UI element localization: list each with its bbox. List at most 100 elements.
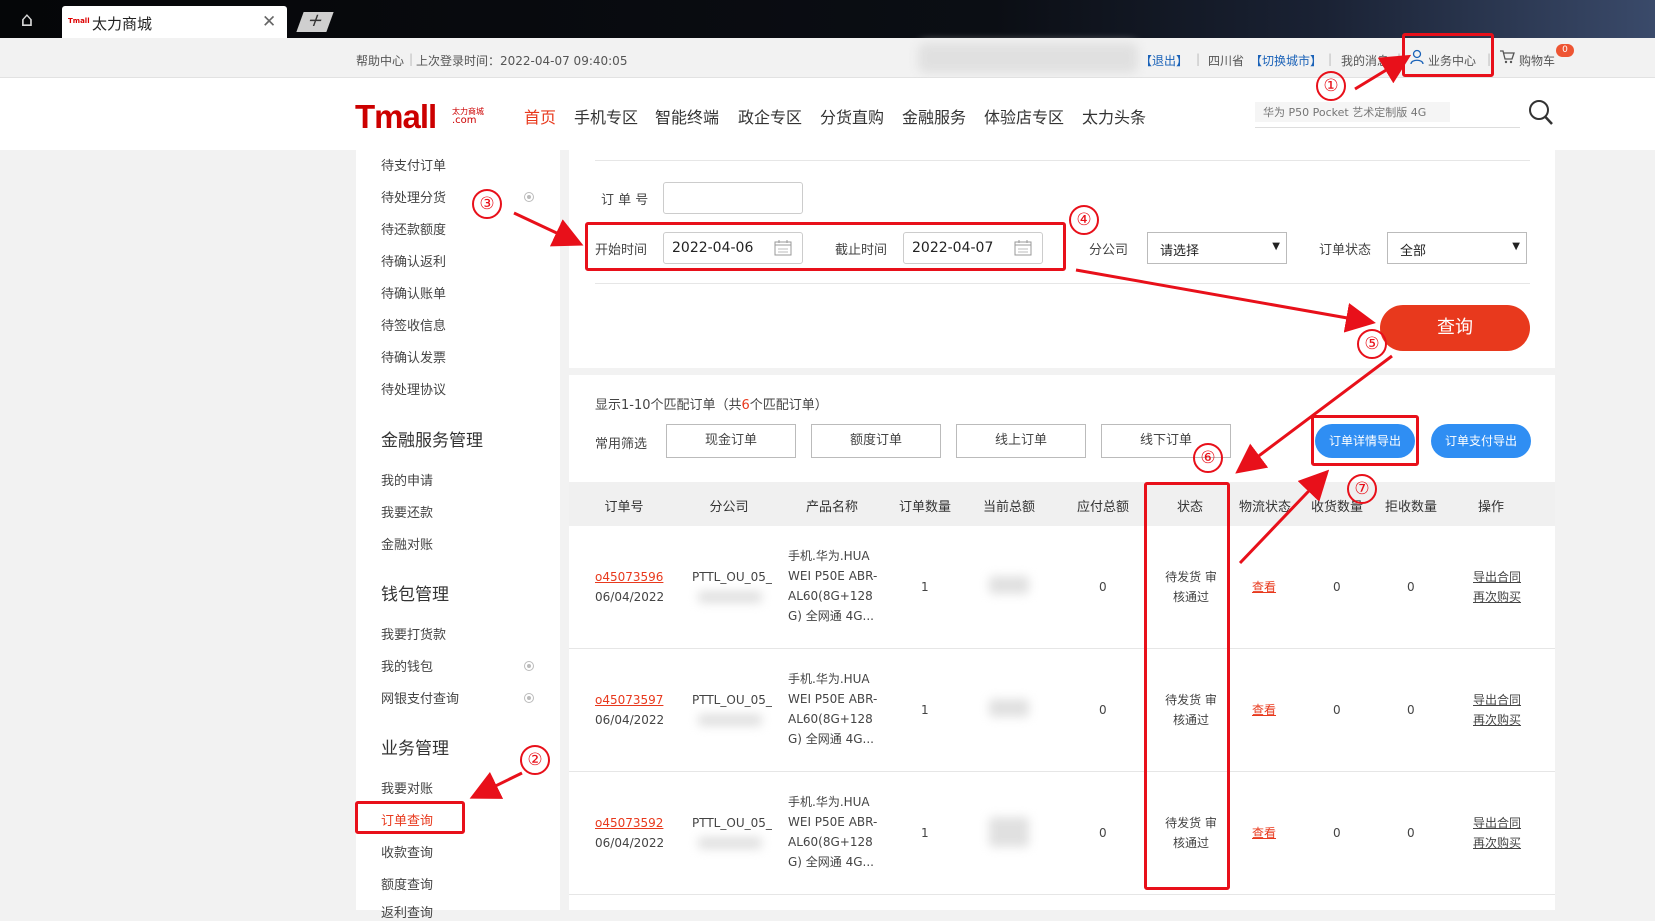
sidebar-item-pending-bill[interactable]: 待确认账单 [381,283,446,302]
payable-total: 0 [1099,703,1107,717]
query-button[interactable]: 查询 [1380,305,1530,351]
sidebar-item-rebate-query[interactable]: 返利查询 [381,902,433,921]
sidebar-item-pending-agreement[interactable]: 待处理协议 [381,379,446,398]
col-order-no: 订单号 [604,500,644,515]
divider [595,283,1530,284]
sidebar-item-pay-goods[interactable]: 我要打货款 [381,624,446,643]
site-logo[interactable]: Tmall [355,98,437,136]
site-header: Tmall 太力商城 .com 首页 手机专区 智能终端 政企专区 分货直购 金… [0,78,1655,150]
table-row: o45073596 06/04/2022 PTTL_OU_05_ 手机.华为.H… [569,526,1555,649]
sidebar-item-my-applications[interactable]: 我的申请 [381,470,433,489]
product-line: WEI P50E ABR- [788,815,878,829]
export-contract-link[interactable]: 导出合同 [1473,690,1521,710]
table-header: 订单号 分公司 产品名称 订单数量 当前总额 应付总额 状态 物流状态 收货数量… [569,482,1555,526]
buy-again-link[interactable]: 再次购买 [1473,710,1521,730]
filter-online-orders[interactable]: 线上订单 [956,424,1086,458]
buy-again-link[interactable]: 再次购买 [1473,833,1521,853]
product-line: AL60(8G+128 [788,712,873,726]
nav-headlines[interactable]: 太力头条 [1082,104,1146,128]
order-status-label: 订单状态 [1319,243,1372,258]
sidebar-item-pending-repayment[interactable]: 待还款额度 [381,219,446,238]
switch-city-link[interactable]: 【切换城市】 [1250,52,1322,69]
nav-phones[interactable]: 手机专区 [574,104,638,128]
logout-link[interactable]: 【退出】 [1140,52,1188,69]
payable-total: 0 [1099,826,1107,840]
annotation-marker-4: ④ [1069,205,1099,235]
sidebar: 待支付订单 待处理分货 待还款额度 待确认返利 待确认账单 待签收信息 待确认发… [356,150,560,921]
export-contract-link[interactable]: 导出合同 [1473,813,1521,833]
cart-link[interactable]: 购物车 [1519,52,1555,69]
product-line: G) 全网通 4G... [788,609,874,623]
sidebar-item-payment-query[interactable]: 收款查询 [381,842,433,861]
redacted-branch [698,837,762,849]
order-no-link[interactable]: o45073597 [595,690,664,710]
order-date: 06/04/2022 [595,836,665,850]
browser-tab[interactable]: Tmall 太力商城 ✕ [62,6,287,38]
product-line: 手机.华为.HUA [788,549,870,563]
sidebar-item-pending-rebate[interactable]: 待确认返利 [381,251,446,270]
separator: | [1328,52,1333,66]
export-contract-link[interactable]: 导出合同 [1473,567,1521,587]
nav-home[interactable]: 首页 [524,104,556,128]
product-line: G) 全网通 4G... [788,732,874,746]
sidebar-item-credit-query[interactable]: 额度查询 [381,874,433,893]
order-no-label: 订 单 号 [601,193,649,208]
highlight-export-detail [1311,415,1419,466]
quick-filter-label: 常用筛选 [595,437,648,452]
help-center-link[interactable]: 帮助中心 [356,52,404,69]
redacted-amount [989,576,1029,594]
search-icon[interactable] [1527,98,1555,128]
order-date: 06/04/2022 [595,590,665,604]
sidebar-item-ebank-query[interactable]: 网银支付查询 [381,688,459,707]
annotation-marker-1: ① [1316,71,1346,101]
sidebar-item-pending-distribution[interactable]: 待处理分货 [381,187,446,206]
nav-stores[interactable]: 体验店专区 [984,104,1064,128]
order-status-select[interactable]: 全部 ▼ [1387,232,1527,264]
buy-again-link[interactable]: 再次购买 [1473,587,1521,607]
sidebar-item-my-wallet[interactable]: 我的钱包 [381,656,433,675]
view-logistics-link[interactable]: 查看 [1252,577,1276,597]
nav-direct-purchase[interactable]: 分货直购 [820,104,884,128]
col-rejected: 拒收数量 [1384,500,1438,515]
rejected-qty: 0 [1407,826,1415,840]
my-messages-link[interactable]: 我的消息 [1341,52,1389,69]
sidebar-item-pending-receipt[interactable]: 待签收信息 [381,315,446,334]
close-icon[interactable]: ✕ [262,12,276,32]
logo-text: Tmall [355,98,437,135]
branch-select-value: 请选择 [1160,244,1200,259]
filter-credit-orders[interactable]: 额度订单 [811,424,941,458]
sidebar-item-pending-payment[interactable]: 待支付订单 [381,155,446,174]
sidebar-item-repay[interactable]: 我要还款 [381,502,433,521]
annotation-marker-2: ② [520,745,550,775]
order-no-link[interactable]: o45073592 [595,813,664,833]
filter-cash-orders[interactable]: 现金订单 [666,424,796,458]
view-logistics-link[interactable]: 查看 [1252,700,1276,720]
chevron-down-icon: ▼ [1272,241,1280,252]
sidebar-section-finance: 金融服务管理 [381,431,483,451]
sidebar-section-wallet: 钱包管理 [381,585,449,605]
sidebar-item-finance-reconcile[interactable]: 金融对账 [381,534,433,553]
nav-smart-devices[interactable]: 智能终端 [655,104,719,128]
branch-select[interactable]: 请选择 ▼ [1147,232,1287,264]
nav-enterprise[interactable]: 政企专区 [738,104,802,128]
product-line: 手机.华为.HUA [788,795,870,809]
sidebar-item-pending-invoice[interactable]: 待确认发票 [381,347,446,366]
view-logistics-link[interactable]: 查看 [1252,823,1276,843]
col-payable-total: 应付总额 [1076,500,1130,515]
sidebar-item-reconcile[interactable]: 我要对账 [381,778,433,797]
export-order-payment-button[interactable]: 订单支付导出 [1431,424,1531,458]
search-input[interactable] [1255,102,1450,122]
nav-finance[interactable]: 金融服务 [902,104,966,128]
new-tab-button[interactable]: + [296,10,334,32]
separator: | [409,52,414,66]
order-no-input[interactable] [663,182,803,214]
order-qty: 1 [921,826,929,840]
separator: | [1196,52,1201,66]
order-no-link[interactable]: o45073596 [595,567,664,587]
payable-total: 0 [1099,580,1107,594]
table-row: o45073597 06/04/2022 PTTL_OU_05_ 手机.华为.H… [569,649,1555,772]
home-icon[interactable]: ⌂ [14,8,40,30]
tab-favicon: Tmall [68,17,90,25]
highlight-order-query [355,801,465,834]
branch-code: PTTL_OU_05_ [692,693,772,707]
